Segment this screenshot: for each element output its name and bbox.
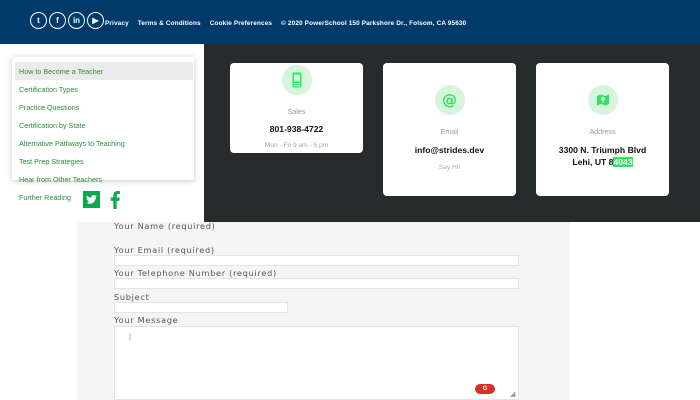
sales-phone[interactable]: 801-938-4722 <box>230 123 363 135</box>
location-pin-icon <box>587 85 618 115</box>
email-field[interactable] <box>114 255 519 266</box>
message-label: Your Message <box>114 315 179 325</box>
linkedin-icon[interactable]: in <box>68 12 85 29</box>
sidebar-item-practice-questions[interactable]: Practice Questions <box>12 98 194 116</box>
sidebar-item-hear-from-other-teachers[interactable]: Hear from Other Teachers <box>12 170 194 188</box>
email-card: @ Email info@strides.dev Say Hi! <box>383 63 516 196</box>
address-line-2-text: Lehi, UT 8 <box>572 157 614 167</box>
address-line-2: Lehi, UT 84043 <box>536 156 669 168</box>
address-highlight: 4043 <box>613 157 633 167</box>
twitter-icon[interactable]: t <box>30 12 47 29</box>
sidebar-item-certification-types[interactable]: Certification Types <box>12 80 194 98</box>
twitter-icon[interactable] <box>83 191 100 208</box>
name-label: Your Name (required) <box>114 221 216 231</box>
sales-hours: Mon - Fri 9 am - 5 pm <box>264 142 329 149</box>
facebook-icon[interactable]: f <box>49 12 66 29</box>
resize-handle-icon[interactable]: ◢ <box>510 390 515 398</box>
further-reading-link[interactable]: Further Reading <box>19 193 71 202</box>
youtube-icon[interactable]: ▶ <box>87 12 104 29</box>
facebook-icon[interactable] <box>107 191 123 209</box>
cookie-preferences-link[interactable]: Cookie Preferences <box>210 20 272 27</box>
phone-label: Your Telephone Number (required) <box>114 268 277 278</box>
address-label: Address <box>589 127 616 136</box>
email-label: Email <box>440 127 459 136</box>
sidebar-item-certification-by-state[interactable]: Certification by State <box>12 116 194 134</box>
copyright-text: © 2020 PowerSchool 150 Parkshore Dr., Fo… <box>281 20 467 27</box>
sidebar-menu: How to Become a Teacher Certification Ty… <box>12 57 194 184</box>
text-caret: | <box>129 332 132 341</box>
address-line-1: 3300 N. Triumph Blvd <box>558 145 647 155</box>
terms-link[interactable]: Terms & Conditions <box>138 20 201 27</box>
site-footer-bar: t f in ▶ Privacy Terms & Conditions Cook… <box>0 0 700 44</box>
privacy-link[interactable]: Privacy <box>105 20 129 27</box>
social-links: t f in ▶ <box>30 12 104 29</box>
at-sign-icon: @ <box>434 85 465 115</box>
sidebar-item-test-prep-strategies[interactable]: Test Prep Strategies <box>12 152 194 170</box>
sales-card: Sales 801-938-4722 Mon - Fri 9 am - 5 pm <box>230 63 363 153</box>
sales-label: Sales <box>287 107 306 116</box>
subject-field[interactable] <box>114 302 288 313</box>
subject-label: Subject <box>114 292 150 302</box>
email-address[interactable]: info@strides.dev <box>383 144 516 156</box>
contact-form: Your Name (required) Your Email (require… <box>77 221 570 400</box>
email-label: Your Email (required) <box>114 245 215 255</box>
sidebar-item-alternative-pathways[interactable]: Alternative Pathways to Teaching <box>12 134 194 152</box>
message-field[interactable]: | <box>114 326 519 400</box>
email-sub: Say Hi! <box>438 164 461 171</box>
sidebar-item-how-to-become-a-teacher[interactable]: How to Become a Teacher <box>15 62 193 80</box>
address-card: Address 3300 N. Triumph Blvd Lehi, UT 84… <box>536 63 669 196</box>
phone-icon <box>281 65 312 95</box>
contact-section: Sales 801-938-4722 Mon - Fri 9 am - 5 pm… <box>204 44 700 222</box>
footer-links: Privacy Terms & Conditions Cookie Prefer… <box>105 20 466 27</box>
phone-field[interactable] <box>114 278 519 289</box>
recaptcha-icon[interactable]: G <box>475 384 495 394</box>
